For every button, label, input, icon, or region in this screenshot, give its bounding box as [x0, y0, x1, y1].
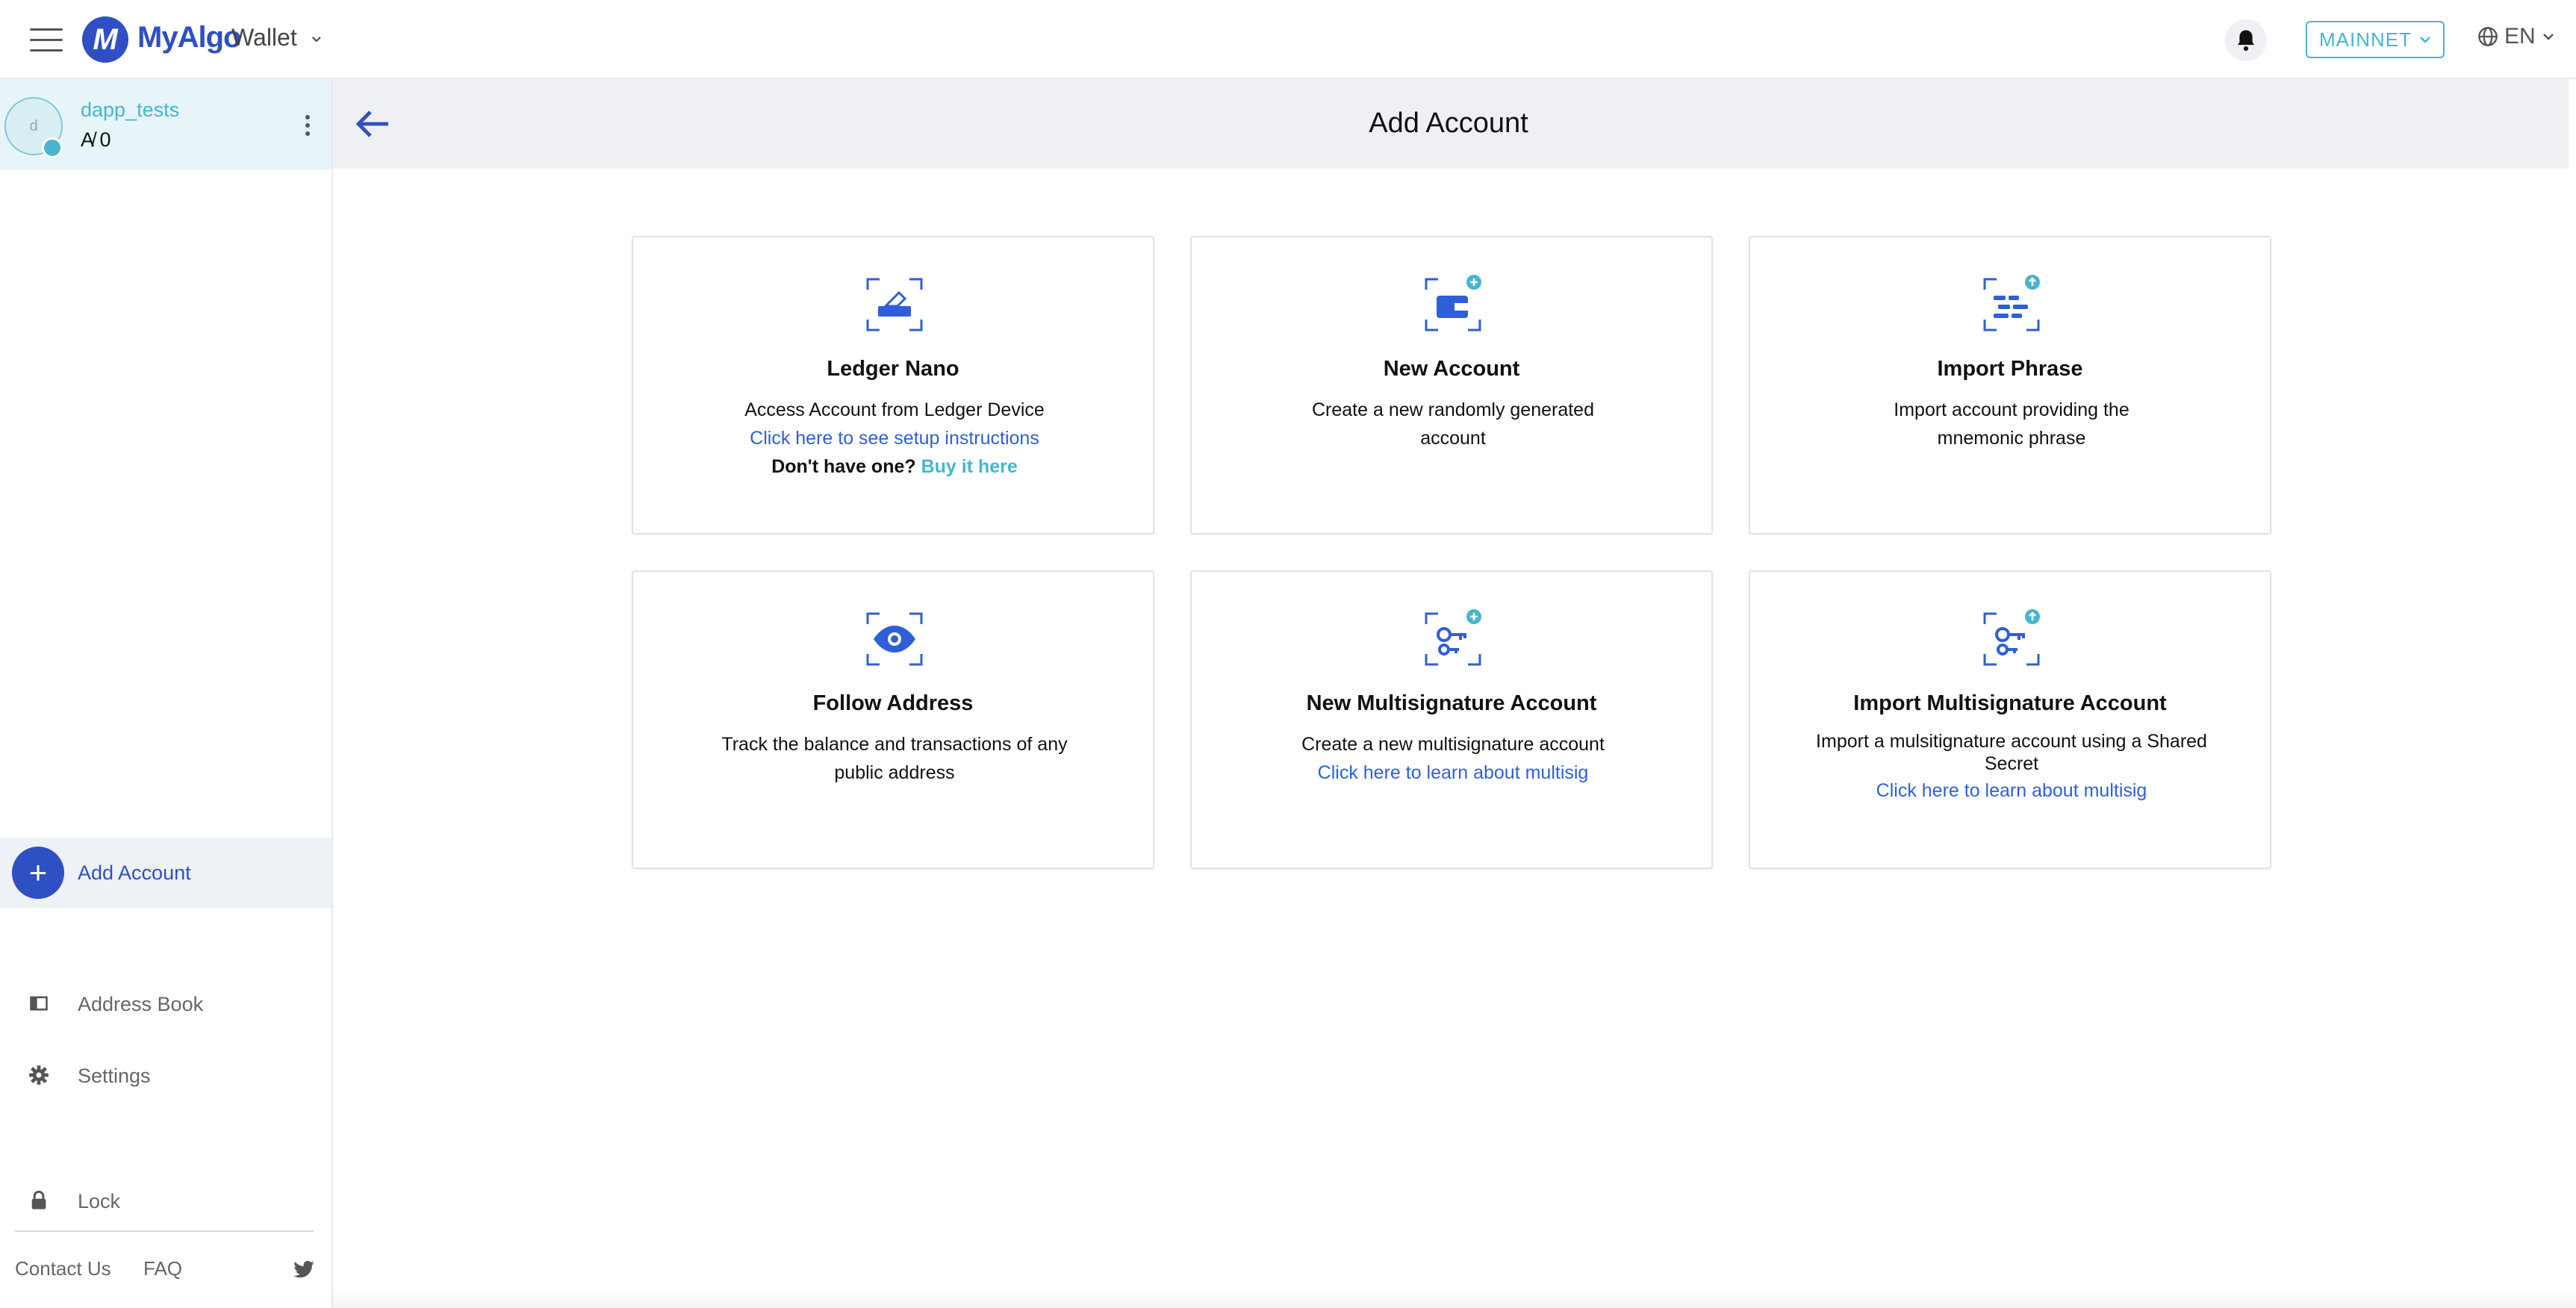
buy-row: Don't have one? Buy it here	[708, 452, 1081, 481]
logo[interactable]: M	[82, 16, 128, 63]
language-label: EN	[2504, 24, 2536, 49]
sidebar-item-settings[interactable]: Settings	[0, 1053, 332, 1097]
new-multisig-card[interactable]: New Multisignature Account Create a new …	[1190, 570, 1713, 869]
card-title: Import Multisignature Account	[1853, 691, 2167, 715]
card-title: Follow Address	[812, 691, 974, 715]
bell-icon	[2237, 30, 2255, 52]
sidebar-item-label: Address Book	[78, 993, 204, 1015]
follow-address-card[interactable]: Follow Address Track the balance and tra…	[632, 570, 1154, 869]
card-text: Access Account from Ledger Device	[744, 399, 1045, 420]
ledger-icon	[866, 278, 923, 331]
add-account-button[interactable]: + Add Account	[0, 838, 332, 908]
more-options-icon[interactable]	[300, 115, 315, 140]
plus-icon: +	[12, 847, 64, 899]
top-bar: M MyAlgo Wallet ⌄ MAINNET EN	[0, 0, 2576, 79]
address-book-icon	[30, 996, 48, 1011]
card-title: Import Phrase	[1937, 357, 2083, 381]
buy-question: Don't have one?	[771, 456, 916, 477]
back-arrow-icon[interactable]	[355, 109, 391, 139]
sidebar: d dapp_tests A̸ 0 + Add Account Address …	[0, 79, 333, 1308]
account-type-badge	[42, 137, 63, 158]
keys-import-icon	[1983, 609, 2040, 666]
import-phrase-card[interactable]: Import Phrase Import account providing t…	[1749, 236, 2271, 535]
sidebar-item-lock[interactable]: Lock	[0, 1178, 332, 1223]
account-name: dapp_tests	[81, 99, 180, 121]
buy-it-here-link[interactable]: Buy it here	[921, 456, 1018, 477]
account-item[interactable]: d dapp_tests A̸ 0	[0, 79, 332, 170]
chevron-down-icon	[2542, 34, 2554, 40]
card-title: New Multisignature Account	[1306, 691, 1597, 715]
sidebar-item-address-book[interactable]: Address Book	[0, 981, 332, 1026]
ledger-nano-card[interactable]: Ledger Nano Access Account from Ledger D…	[632, 236, 1154, 535]
wallet-plus-icon	[1425, 275, 1481, 331]
card-text: Track the balance and transactions of an…	[721, 734, 1068, 783]
menu-icon[interactable]	[30, 28, 63, 52]
learn-multisig-link[interactable]: Click here to learn about multisig	[1788, 779, 2236, 802]
card-title: New Account	[1383, 357, 1520, 381]
eye-icon	[866, 612, 923, 666]
keys-plus-icon	[1425, 609, 1481, 666]
gear-icon	[29, 1065, 49, 1085]
card-title: Ledger Nano	[827, 357, 959, 381]
logo-text[interactable]: MyAlgo	[137, 21, 241, 54]
divider	[15, 1230, 314, 1232]
network-label: MAINNET	[2319, 28, 2412, 51]
page-title: Add Account	[1369, 108, 1528, 139]
chevron-down-icon	[2420, 37, 2430, 43]
sidebar-item-label: Settings	[78, 1065, 151, 1087]
add-account-label: Add Account	[78, 862, 191, 884]
card-description: Import a mulsitignature account using a …	[1788, 730, 2236, 802]
faq-link[interactable]: FAQ	[143, 1257, 182, 1280]
sidebar-item-label: Lock	[78, 1190, 121, 1212]
contact-us-link[interactable]: Contact Us	[15, 1257, 111, 1280]
product-label[interactable]: Wallet	[231, 24, 297, 52]
chevron-down-icon[interactable]: ⌄	[308, 22, 325, 47]
card-description: Access Account from Ledger Device Click …	[708, 396, 1081, 481]
language-select[interactable]: EN	[2477, 24, 2555, 49]
card-text: Import a mulsitignature account using a …	[1816, 731, 2207, 774]
phrase-import-icon	[1983, 275, 2040, 331]
import-multisig-card[interactable]: Import Multisignature Account Import a m…	[1749, 570, 2271, 869]
notifications-button[interactable]	[2225, 19, 2267, 61]
account-balance: A̸ 0	[81, 128, 111, 151]
card-text: Create a new multisignature account	[1301, 734, 1605, 755]
globe-icon	[2478, 27, 2498, 46]
network-select[interactable]: MAINNET	[2306, 21, 2445, 58]
setup-instructions-link[interactable]: Click here to see setup instructions	[708, 424, 1081, 452]
bottom-edge	[333, 1289, 2576, 1308]
card-text: Import account providing the mnemonic ph…	[1894, 399, 2129, 449]
new-account-card[interactable]: New Account Create a new randomly genera…	[1190, 236, 1713, 535]
card-text: Create a new randomly generated account	[1311, 399, 1594, 449]
card-description: Create a new multisignature account Clic…	[1266, 730, 1640, 787]
twitter-icon[interactable]	[293, 1260, 315, 1280]
learn-multisig-link[interactable]: Click here to learn about multisig	[1266, 759, 1640, 787]
lock-icon	[31, 1190, 46, 1209]
